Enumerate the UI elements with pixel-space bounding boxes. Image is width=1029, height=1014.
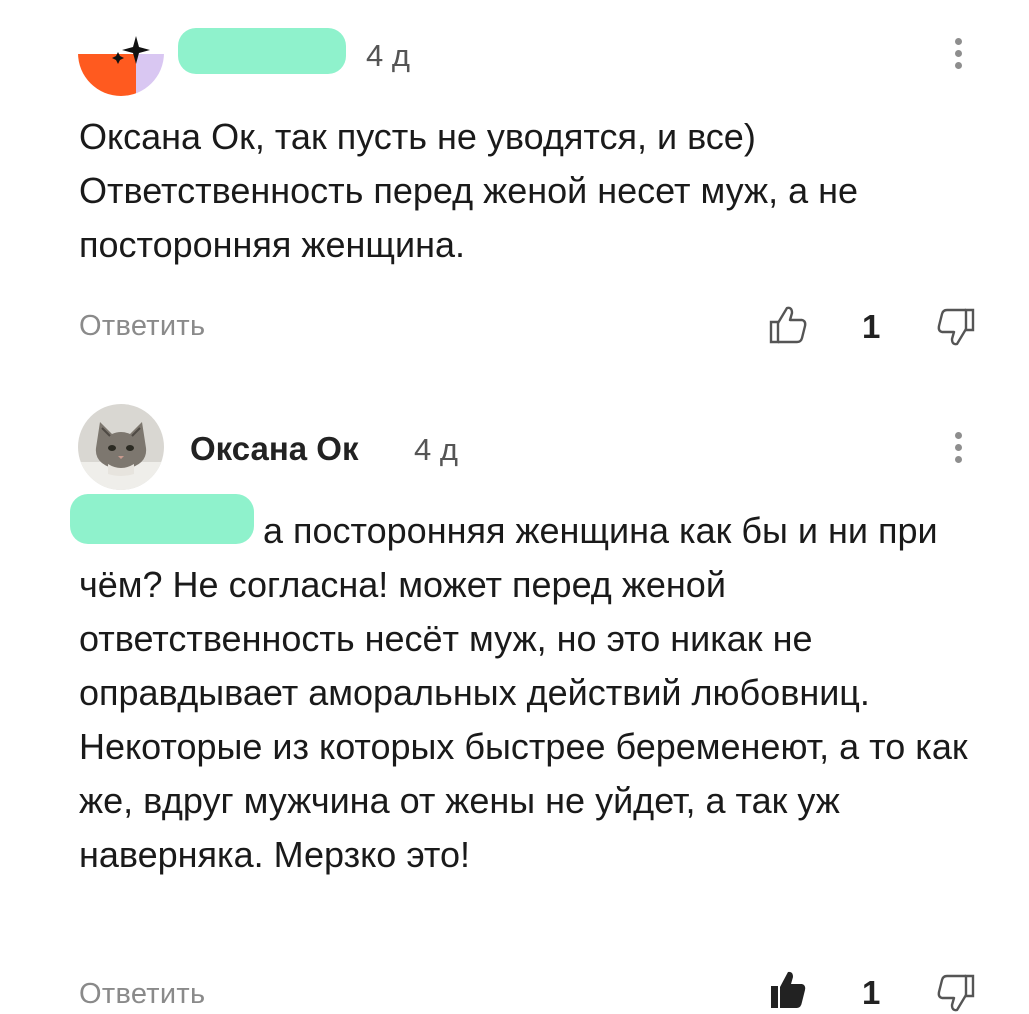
- author-name[interactable]: Оксана Ок: [190, 430, 359, 468]
- thumbs-down-icon[interactable]: [935, 972, 977, 1014]
- redacted-author-name: [178, 28, 346, 74]
- comment-time: 4 д: [366, 38, 410, 73]
- thumbs-up-icon[interactable]: [767, 968, 809, 1010]
- more-vertical-icon[interactable]: [955, 432, 965, 468]
- comment-time: 4 д: [414, 432, 458, 467]
- like-count: 1: [862, 308, 881, 345]
- comment-1: 4 д Оксана Ок, так пусть не уводятся, и …: [0, 0, 1029, 390]
- reply-button[interactable]: Ответить: [79, 978, 205, 1011]
- like-count: 1: [862, 974, 881, 1011]
- comment-text: Оксана Ок, так пусть не уводятся, и все)…: [79, 116, 859, 265]
- comment-2: Оксана Ок 4 д а посторонняя женщина как …: [0, 390, 1029, 1014]
- reply-button[interactable]: Ответить: [79, 310, 205, 343]
- thumbs-down-icon[interactable]: [935, 306, 977, 348]
- thumbs-up-icon[interactable]: [767, 304, 809, 346]
- comment-text: а посторонняя женщина как бы и ни при чё…: [79, 510, 968, 875]
- user-avatar[interactable]: [78, 10, 164, 96]
- user-avatar-cat[interactable]: [78, 404, 164, 490]
- more-vertical-icon[interactable]: [955, 38, 965, 74]
